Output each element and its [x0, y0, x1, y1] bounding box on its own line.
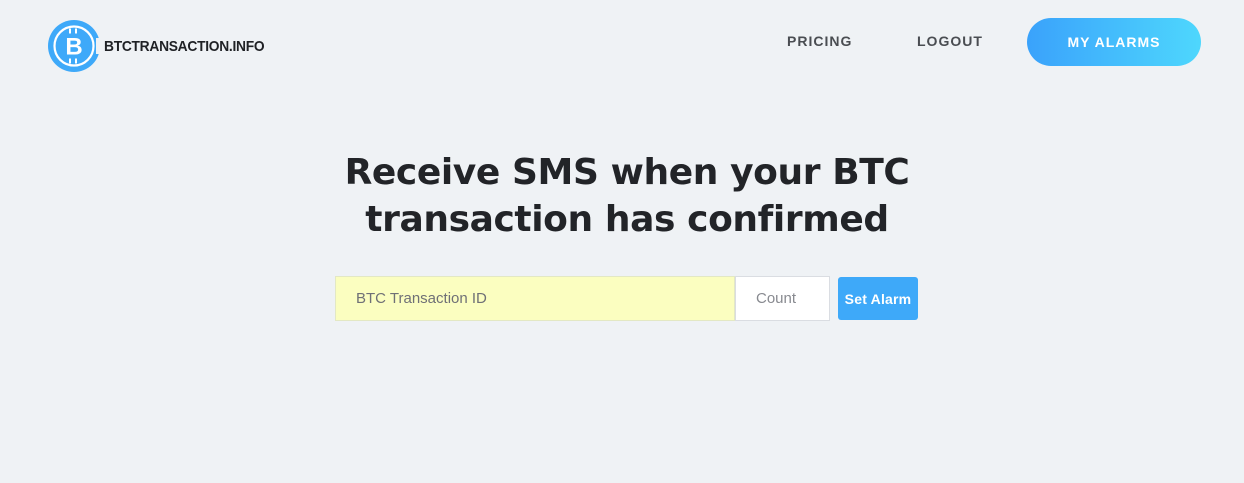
brand-link[interactable]: B BTCTRANSACTION.INFO	[48, 19, 278, 73]
top-navbar: B BTCTRANSACTION.INFO PRICING LOGOUT MY …	[0, 0, 1244, 84]
transaction-id-input[interactable]	[335, 276, 735, 321]
count-input[interactable]	[735, 276, 830, 321]
brand-name: BTCTRANSACTION.INFO	[104, 37, 265, 55]
my-alarms-button[interactable]: MY ALARMS	[1027, 18, 1201, 66]
nav-logout-link[interactable]: LOGOUT	[917, 33, 983, 49]
hero-title: Receive SMS when your BTC transaction ha…	[322, 149, 932, 243]
bitcoin-icon: B	[48, 20, 102, 72]
hero-title-line1: Receive SMS when your BTC	[344, 152, 910, 193]
hero-title-line2: transaction has confirmed	[365, 199, 889, 240]
nav-pricing-link[interactable]: PRICING	[787, 33, 852, 49]
set-alarm-button[interactable]: Set Alarm	[838, 277, 918, 320]
svg-text:B: B	[65, 34, 82, 61]
